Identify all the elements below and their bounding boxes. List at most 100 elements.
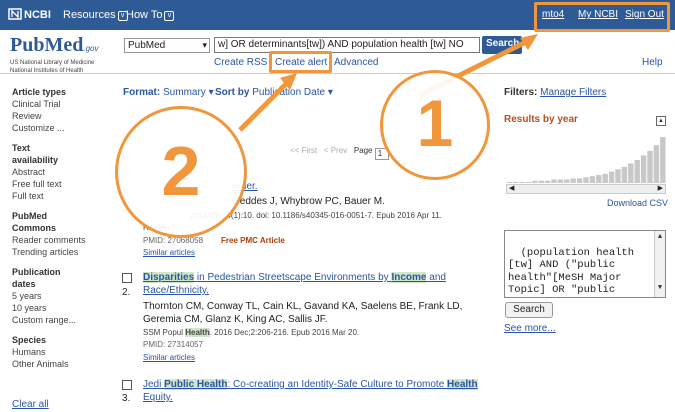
- highlight-term: Disparities: [143, 272, 195, 283]
- highlight-term: Income: [391, 272, 427, 283]
- title-text: in Pedestrian Streetscape Environments b…: [194, 272, 392, 283]
- year-bar[interactable]: [589, 176, 596, 183]
- year-bar[interactable]: [647, 150, 653, 183]
- advanced-search-link[interactable]: Advanced: [334, 57, 378, 68]
- results-by-year-title: Results by year: [504, 114, 578, 125]
- year-bar[interactable]: [512, 181, 519, 183]
- create-alert-highlight-box: [269, 51, 332, 73]
- search-details-button[interactable]: Search: [505, 302, 553, 318]
- filter-group-heading: Text availability: [12, 143, 59, 165]
- year-bar[interactable]: [602, 173, 608, 183]
- results-by-year-chart[interactable]: [506, 133, 666, 183]
- logo-subtitle-1: US National Library of Medicine: [10, 60, 95, 66]
- format-dropdown[interactable]: Format: Summary ▾: [123, 87, 214, 98]
- filter-item[interactable]: Trending articles: [12, 246, 112, 258]
- year-bar[interactable]: [544, 180, 551, 183]
- pubmed-logo[interactable]: PubMed.gov US National Library of Medici…: [10, 34, 98, 75]
- similar-articles-link[interactable]: Similar articles: [143, 248, 195, 257]
- result-checkbox[interactable]: [122, 380, 132, 390]
- result-title-link[interactable]: Disparities in Pedestrian Streetscape En…: [143, 272, 446, 296]
- resources-menu[interactable]: Resources v: [63, 9, 128, 21]
- filter-item[interactable]: Full text: [12, 190, 112, 202]
- year-bar[interactable]: [628, 163, 634, 183]
- chevron-down-icon: v: [164, 11, 175, 21]
- year-bar[interactable]: [532, 180, 538, 183]
- year-bar[interactable]: [660, 137, 666, 183]
- search-details-textarea[interactable]: (population health [tw] AND ("public hea…: [504, 230, 666, 298]
- header-divider: [0, 73, 675, 74]
- title-text: Jedi: [143, 379, 165, 390]
- filter-item[interactable]: Abstract: [12, 166, 112, 178]
- logo-med: Med: [44, 34, 84, 56]
- year-bar[interactable]: [608, 171, 615, 184]
- title-text: Equity.: [143, 392, 173, 403]
- filter-group-text-availability: Text availability Abstract Free full tex…: [12, 142, 112, 202]
- year-bar[interactable]: [596, 175, 602, 183]
- sort-dropdown[interactable]: Sort by Publication Date ▾: [215, 87, 333, 98]
- year-bar[interactable]: [525, 181, 532, 183]
- similar-articles-link[interactable]: Similar articles: [143, 353, 195, 362]
- filter-item[interactable]: 5 years: [12, 290, 112, 302]
- howto-menu[interactable]: How To v: [126, 9, 175, 21]
- callout-circle-1: 1: [380, 70, 490, 180]
- manage-filters-link[interactable]: Manage Filters: [540, 87, 606, 98]
- year-bar[interactable]: [564, 179, 570, 183]
- chart-scrollbar[interactable]: ◀ ▶: [506, 184, 666, 194]
- filter-item[interactable]: Review: [12, 110, 112, 122]
- filter-item[interactable]: Clinical Trial: [12, 98, 112, 110]
- search-input[interactable]: w] OR determinants[tw]) AND population h…: [214, 37, 480, 53]
- filter-item[interactable]: Reader comments: [12, 234, 112, 246]
- free-pmc-badge: Free PMC Article: [221, 236, 285, 245]
- arrow-down-icon[interactable]: ▼: [655, 282, 665, 295]
- resources-label: Resources: [63, 9, 116, 21]
- database-select[interactable]: PubMed ▾: [124, 38, 210, 53]
- prev-page-link[interactable]: < Prev: [324, 146, 347, 155]
- result-title-link[interactable]: Jedi Public Health: Co-creating an Ident…: [143, 379, 478, 403]
- year-bar[interactable]: [640, 155, 647, 183]
- year-bar[interactable]: [506, 181, 512, 183]
- year-bar[interactable]: [551, 179, 557, 183]
- arrow-up-icon[interactable]: ▲: [655, 231, 665, 244]
- result-number: 2.: [122, 287, 131, 298]
- arrow-left-icon[interactable]: ◀: [509, 184, 514, 192]
- download-csv-link[interactable]: Download CSV: [607, 198, 668, 208]
- arrow-right-icon[interactable]: ▶: [658, 184, 663, 192]
- year-bar[interactable]: [615, 169, 621, 183]
- filter-item[interactable]: Humans: [12, 346, 112, 358]
- callout-number-2: 2: [161, 132, 201, 210]
- result-checkbox[interactable]: [122, 273, 132, 283]
- journal-text: . 2016 Dec;2:206-216. Epub 2016 Mar 20.: [209, 328, 360, 337]
- clear-all-link[interactable]: Clear all: [12, 399, 49, 410]
- filter-item[interactable]: Other Animals: [12, 358, 112, 370]
- filter-item[interactable]: Free full text: [12, 178, 112, 190]
- textarea-scrollbar[interactable]: ▲ ▼: [654, 231, 665, 297]
- collapse-icon[interactable]: ▲: [656, 116, 666, 126]
- year-bar[interactable]: [576, 178, 583, 183]
- year-bar[interactable]: [557, 179, 564, 183]
- account-highlight-box: [534, 2, 670, 32]
- year-bar[interactable]: [570, 178, 576, 183]
- year-bar[interactable]: [538, 180, 544, 183]
- year-bar[interactable]: [634, 160, 640, 183]
- year-bar[interactable]: [653, 145, 660, 183]
- result-item-3: Jedi Public Health: Co-creating an Ident…: [143, 378, 493, 404]
- ncbi-home-link[interactable]: NCBI: [8, 8, 51, 21]
- create-rss-link[interactable]: Create RSS: [214, 57, 267, 68]
- search-button[interactable]: Search: [482, 36, 522, 54]
- filter-item[interactable]: 10 years: [12, 302, 112, 314]
- highlight-term: Health: [447, 379, 478, 390]
- result-item-2: Disparities in Pedestrian Streetscape En…: [143, 271, 493, 364]
- filter-item[interactable]: Customize ...: [12, 122, 112, 134]
- first-page-link[interactable]: << First: [290, 146, 317, 155]
- see-more-link[interactable]: See more...: [504, 323, 556, 334]
- help-link[interactable]: Help: [642, 57, 663, 68]
- result-number: 3.: [122, 393, 131, 404]
- year-bar[interactable]: [519, 181, 525, 183]
- year-bar[interactable]: [583, 177, 589, 183]
- result-authors-text: Thornton CM, Conway TL, Cain KL, Gavand …: [143, 301, 463, 325]
- year-bar[interactable]: [621, 166, 628, 183]
- howto-label: How To: [126, 9, 163, 21]
- filter-item[interactable]: Custom range...: [12, 314, 112, 326]
- filter-group-species: Species Humans Other Animals: [12, 334, 112, 370]
- title-text: : Co-creating an Identity-Safe Culture t…: [227, 379, 448, 390]
